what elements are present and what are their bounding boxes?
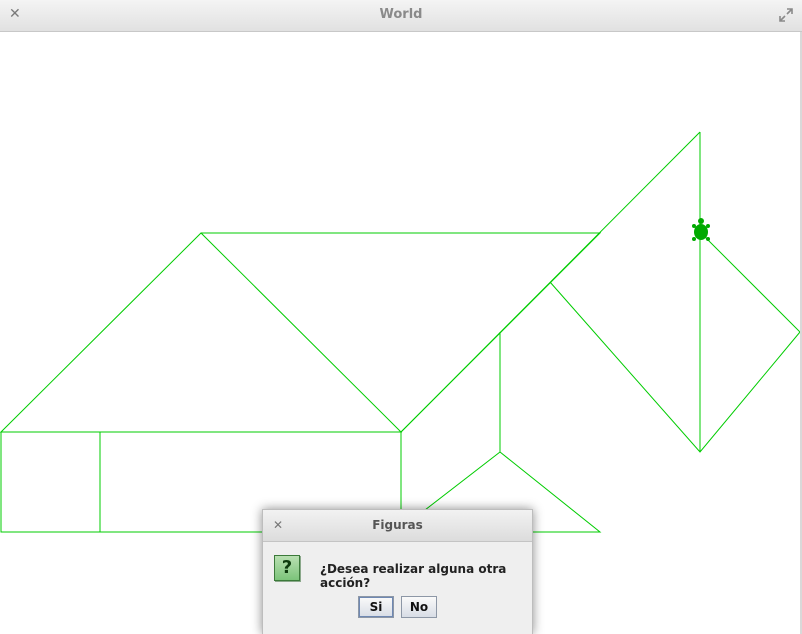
yes-button[interactable]: Si [358, 596, 394, 618]
diamond-shape [549, 231, 801, 453]
window-titlebar: ✕ World [0, 0, 802, 32]
maximize-icon[interactable] [779, 8, 793, 22]
confirm-dialog: ✕ Figuras ? ¿Desea realizar alguna otra … [262, 509, 533, 634]
window-title: World [379, 7, 423, 22]
dialog-title: Figuras [372, 518, 423, 532]
roof-triangle [0, 232, 403, 433]
no-button[interactable]: No [401, 596, 437, 618]
parallelogram-shape [201, 232, 602, 433]
question-icon: ? [274, 555, 300, 581]
turtle-icon [692, 218, 710, 241]
dialog-titlebar: ✕ Figuras [263, 510, 532, 542]
dialog-message: ¿Desea realizar alguna otra acción? [320, 562, 507, 590]
